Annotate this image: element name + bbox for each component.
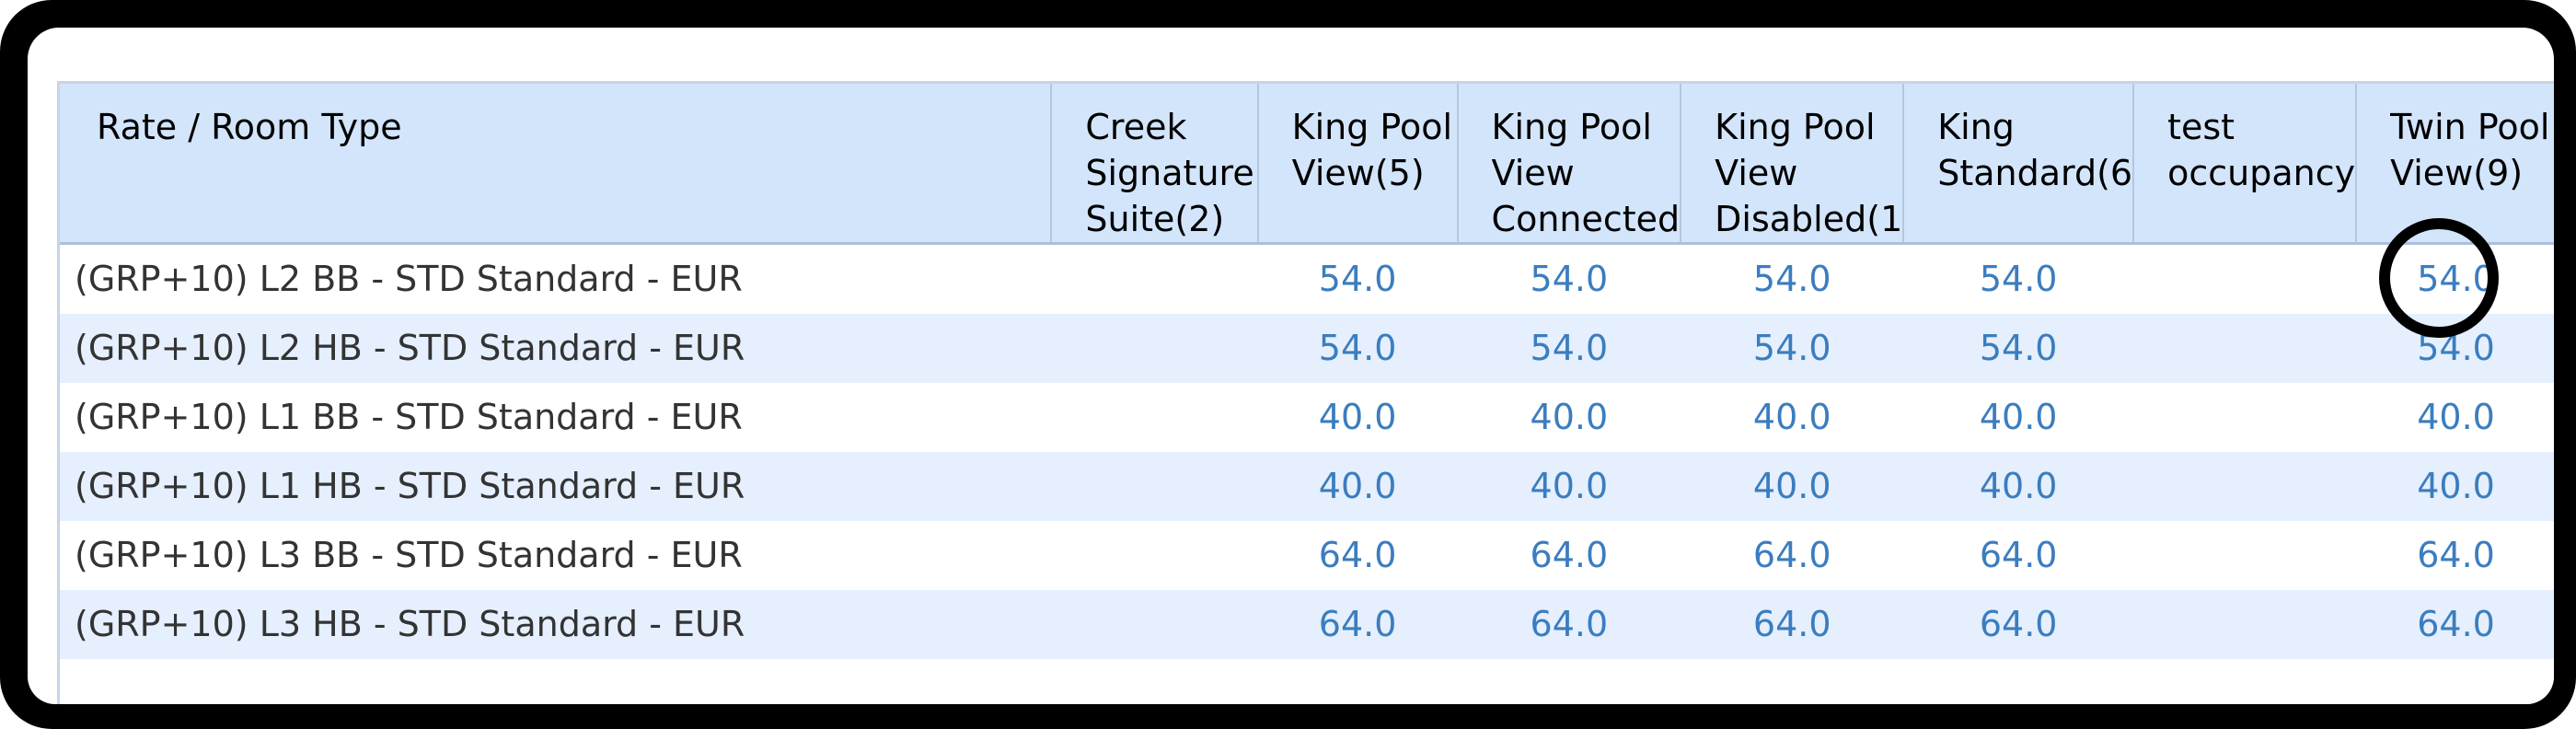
rate-label: (GRP+10) L2 HB - STD Standard - EUR xyxy=(60,314,1052,383)
col-header-king-pool-view-disabled[interactable]: King Pool View Disabled(1 xyxy=(1681,84,1905,245)
rate-cell[interactable] xyxy=(2133,521,2357,590)
col-header-test-occupancy[interactable]: test occupancy xyxy=(2133,84,2358,245)
rate-label: (GRP+10) L1 HB - STD Standard - EUR xyxy=(60,452,1052,521)
rate-cell[interactable]: 54.0 xyxy=(1457,314,1681,383)
rate-cell[interactable]: 64.0 xyxy=(1681,590,1904,659)
col-header-label: King Pool View(5) xyxy=(1291,107,1453,193)
col-header-king-pool-view[interactable]: King Pool View(5) xyxy=(1257,84,1459,245)
rate-cell[interactable]: 40.0 xyxy=(1457,452,1681,521)
rate-cell[interactable]: 54.0 xyxy=(1257,314,1458,383)
rate-label: (GRP+10) L3 BB - STD Standard - EUR xyxy=(60,521,1052,590)
rate-cell[interactable]: 40.0 xyxy=(2356,452,2554,521)
rate-cell[interactable]: 40.0 xyxy=(1681,383,1904,452)
rate-cell[interactable]: 40.0 xyxy=(2356,383,2554,452)
rate-cell[interactable] xyxy=(1051,452,1258,521)
rate-cell[interactable]: 40.0 xyxy=(1681,452,1904,521)
col-header-label: King Pool View Connected xyxy=(1491,107,1681,239)
col-header-label: Creek Signature Suite(2) xyxy=(1085,107,1254,239)
table-row: (GRP+10) L1 BB - STD Standard - EUR 40.0… xyxy=(60,383,2554,452)
rate-cell[interactable] xyxy=(2133,243,2357,314)
rate-cell[interactable]: 40.0 xyxy=(1903,452,2134,521)
rate-cell[interactable] xyxy=(1051,383,1258,452)
rate-cell[interactable]: 64.0 xyxy=(1457,521,1681,590)
rate-cell[interactable]: 64.0 xyxy=(2356,521,2554,590)
rate-cell[interactable]: 54.0 xyxy=(1457,243,1681,314)
rate-cell[interactable]: 54.0 xyxy=(1257,243,1458,314)
rate-cell[interactable]: 54.0 xyxy=(1681,314,1904,383)
rate-label: (GRP+10) L3 HB - STD Standard - EUR xyxy=(60,590,1052,659)
rate-cell[interactable] xyxy=(2133,383,2357,452)
rate-label: (GRP+10) L1 BB - STD Standard - EUR xyxy=(60,383,1052,452)
rate-cell[interactable]: 64.0 xyxy=(1457,590,1681,659)
screenshot-frame: Rate / Room Type Creek Signature Suite(2… xyxy=(0,0,2576,729)
col-header-label: King Standard(6 xyxy=(1937,107,2133,193)
rate-cell[interactable]: 64.0 xyxy=(1903,590,2134,659)
rate-label: (GRP+10) L2 BB - STD Standard - EUR xyxy=(60,243,1052,314)
rate-cell[interactable]: 54.0 xyxy=(2356,314,2554,383)
rate-cell[interactable] xyxy=(1051,590,1258,659)
rate-cell[interactable]: 40.0 xyxy=(1257,383,1458,452)
rate-cell[interactable] xyxy=(2133,314,2357,383)
table-row: (GRP+10) L2 HB - STD Standard - EUR 54.0… xyxy=(60,314,2554,383)
rate-grid: Rate / Room Type Creek Signature Suite(2… xyxy=(60,84,2554,659)
table-row: (GRP+10) L2 BB - STD Standard - EUR 54.0… xyxy=(60,243,2554,314)
rate-grid-container: Rate / Room Type Creek Signature Suite(2… xyxy=(57,81,2554,704)
rate-cell[interactable] xyxy=(1051,521,1258,590)
content-panel: Rate / Room Type Creek Signature Suite(2… xyxy=(28,28,2554,704)
col-header-rate-room-type[interactable]: Rate / Room Type xyxy=(60,84,1053,245)
col-header-label: test occupancy xyxy=(2167,107,2356,193)
table-row: (GRP+10) L3 HB - STD Standard - EUR 64.0… xyxy=(60,590,2554,659)
rate-cell[interactable]: 54.0 xyxy=(1903,243,2134,314)
rate-cell[interactable]: 40.0 xyxy=(1903,383,2134,452)
col-header-label: Twin Pool View(9) xyxy=(2390,107,2550,193)
rate-cell[interactable]: 64.0 xyxy=(1257,590,1458,659)
rate-cell[interactable]: 54.0 xyxy=(2356,243,2554,314)
rate-cell[interactable] xyxy=(1051,243,1258,314)
rate-cell[interactable]: 64.0 xyxy=(1903,521,2134,590)
rate-cell[interactable]: 40.0 xyxy=(1257,452,1458,521)
rate-cell[interactable] xyxy=(2133,590,2357,659)
col-header-king-pool-view-connected[interactable]: King Pool View Connected xyxy=(1457,84,1682,245)
rate-cell[interactable]: 64.0 xyxy=(2356,590,2554,659)
rate-cell[interactable] xyxy=(2133,452,2357,521)
rate-cell[interactable]: 54.0 xyxy=(1681,243,1904,314)
table-row: (GRP+10) L3 BB - STD Standard - EUR 64.0… xyxy=(60,521,2554,590)
header-row: Rate / Room Type Creek Signature Suite(2… xyxy=(60,84,2554,245)
col-header-creek-signature-suite[interactable]: Creek Signature Suite(2) xyxy=(1051,84,1259,245)
col-header-king-standard[interactable]: King Standard(6 xyxy=(1903,84,2135,245)
rate-cell[interactable] xyxy=(1051,314,1258,383)
col-header-label: King Pool View Disabled(1 xyxy=(1715,107,1903,239)
rate-cell[interactable]: 64.0 xyxy=(1681,521,1904,590)
rate-cell[interactable]: 54.0 xyxy=(1903,314,2134,383)
col-header-twin-pool-view[interactable]: Twin Pool View(9) xyxy=(2356,84,2554,245)
col-header-label: Rate / Room Type xyxy=(97,107,402,147)
rate-cell[interactable]: 64.0 xyxy=(1257,521,1458,590)
table-row: (GRP+10) L1 HB - STD Standard - EUR 40.0… xyxy=(60,452,2554,521)
rate-cell[interactable]: 40.0 xyxy=(1457,383,1681,452)
